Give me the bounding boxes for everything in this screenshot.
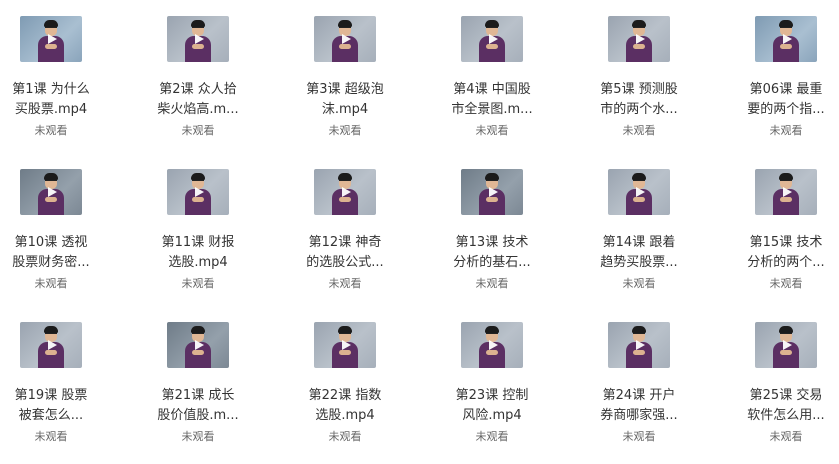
video-title[interactable]: 第19课 股票 被套怎么...	[5, 386, 97, 426]
video-thumbnail[interactable]	[167, 322, 229, 368]
play-icon[interactable]	[636, 340, 645, 350]
play-icon[interactable]	[48, 187, 57, 197]
play-icon[interactable]	[195, 340, 204, 350]
video-title[interactable]: 第5课 预测股 市的两个水...	[593, 80, 685, 120]
video-tile[interactable]: 第22课 指数 选股.mp4 未观看	[285, 322, 405, 444]
video-grid: 第1课 为什么 买股票.mp4 未观看 第2课 众人拾 柴火焰高.m... 未观看 …	[0, 0, 839, 464]
watch-status: 未观看	[769, 277, 803, 290]
video-title[interactable]: 第14课 跟着 趋势买股票...	[593, 233, 685, 273]
video-thumbnail[interactable]	[608, 169, 670, 215]
video-title[interactable]: 第11课 财报 选股.mp4	[152, 233, 244, 273]
video-tile[interactable]: 第3课 超级泡 沫.mp4 未观看	[285, 16, 405, 138]
play-icon[interactable]	[48, 34, 57, 44]
video-title[interactable]: 第23课 控制 风险.mp4	[446, 386, 538, 426]
video-thumbnail[interactable]	[314, 322, 376, 368]
watch-status: 未观看	[475, 430, 509, 443]
watch-status: 未观看	[328, 277, 362, 290]
watch-status: 未观看	[181, 430, 215, 443]
watch-status: 未观看	[181, 124, 215, 137]
video-thumbnail[interactable]	[314, 16, 376, 62]
video-tile[interactable]: 第12课 神奇 的选股公式... 未观看	[285, 169, 405, 291]
video-title[interactable]: 第1课 为什么 买股票.mp4	[5, 80, 97, 120]
watch-status: 未观看	[769, 430, 803, 443]
video-thumbnail[interactable]	[167, 169, 229, 215]
watch-status: 未观看	[475, 277, 509, 290]
video-thumbnail[interactable]	[20, 322, 82, 368]
video-tile[interactable]: 第11课 财报 选股.mp4 未观看	[138, 169, 258, 291]
video-tile[interactable]: 第06课 最重 要的两个指... 未观看	[726, 16, 839, 138]
play-icon[interactable]	[195, 34, 204, 44]
video-title[interactable]: 第12课 神奇 的选股公式...	[299, 233, 391, 273]
watch-status: 未观看	[328, 430, 362, 443]
play-icon[interactable]	[783, 340, 792, 350]
video-thumbnail[interactable]	[461, 16, 523, 62]
video-title[interactable]: 第3课 超级泡 沫.mp4	[299, 80, 391, 120]
video-thumbnail[interactable]	[461, 322, 523, 368]
video-thumbnail[interactable]	[314, 169, 376, 215]
video-title[interactable]: 第15课 技术 分析的两个...	[740, 233, 832, 273]
video-tile[interactable]: 第23课 控制 风险.mp4 未观看	[432, 322, 552, 444]
video-title[interactable]: 第22课 指数 选股.mp4	[299, 386, 391, 426]
video-thumbnail[interactable]	[20, 169, 82, 215]
video-thumbnail[interactable]	[755, 16, 817, 62]
video-title[interactable]: 第21课 成长 股价值股.m...	[152, 386, 244, 426]
video-thumbnail[interactable]	[461, 169, 523, 215]
video-tile[interactable]: 第14课 跟着 趋势买股票... 未观看	[579, 169, 699, 291]
play-icon[interactable]	[636, 187, 645, 197]
video-thumbnail[interactable]	[755, 169, 817, 215]
video-title[interactable]: 第2课 众人拾 柴火焰高.m...	[152, 80, 244, 120]
watch-status: 未观看	[34, 430, 68, 443]
play-icon[interactable]	[48, 340, 57, 350]
watch-status: 未观看	[34, 124, 68, 137]
video-thumbnail[interactable]	[608, 16, 670, 62]
video-title[interactable]: 第06课 最重 要的两个指...	[740, 80, 832, 120]
video-tile[interactable]: 第13课 技术 分析的基石... 未观看	[432, 169, 552, 291]
watch-status: 未观看	[622, 124, 656, 137]
play-icon[interactable]	[783, 34, 792, 44]
play-icon[interactable]	[342, 34, 351, 44]
watch-status: 未观看	[622, 277, 656, 290]
video-tile[interactable]: 第21课 成长 股价值股.m... 未观看	[138, 322, 258, 444]
video-tile[interactable]: 第15课 技术 分析的两个... 未观看	[726, 169, 839, 291]
video-tile[interactable]: 第4课 中国股 市全景图.m... 未观看	[432, 16, 552, 138]
watch-status: 未观看	[34, 277, 68, 290]
video-tile[interactable]: 第1课 为什么 买股票.mp4 未观看	[0, 16, 111, 138]
video-tile[interactable]: 第19课 股票 被套怎么... 未观看	[0, 322, 111, 444]
video-thumbnail[interactable]	[20, 16, 82, 62]
video-tile[interactable]: 第10课 透视 股票财务密... 未观看	[0, 169, 111, 291]
watch-status: 未观看	[622, 430, 656, 443]
play-icon[interactable]	[195, 187, 204, 197]
video-thumbnail[interactable]	[167, 16, 229, 62]
video-title[interactable]: 第13课 技术 分析的基石...	[446, 233, 538, 273]
video-thumbnail[interactable]	[608, 322, 670, 368]
play-icon[interactable]	[783, 187, 792, 197]
video-tile[interactable]: 第5课 预测股 市的两个水... 未观看	[579, 16, 699, 138]
video-tile[interactable]: 第24课 开户 券商哪家强... 未观看	[579, 322, 699, 444]
play-icon[interactable]	[489, 187, 498, 197]
video-tile[interactable]: 第2课 众人拾 柴火焰高.m... 未观看	[138, 16, 258, 138]
watch-status: 未观看	[181, 277, 215, 290]
watch-status: 未观看	[769, 124, 803, 137]
video-title[interactable]: 第25课 交易 软件怎么用...	[740, 386, 832, 426]
video-thumbnail[interactable]	[755, 322, 817, 368]
play-icon[interactable]	[636, 34, 645, 44]
video-title[interactable]: 第10课 透视 股票财务密...	[5, 233, 97, 273]
play-icon[interactable]	[342, 187, 351, 197]
play-icon[interactable]	[342, 340, 351, 350]
watch-status: 未观看	[475, 124, 509, 137]
video-title[interactable]: 第24课 开户 券商哪家强...	[593, 386, 685, 426]
video-tile[interactable]: 第25课 交易 软件怎么用... 未观看	[726, 322, 839, 444]
play-icon[interactable]	[489, 34, 498, 44]
video-title[interactable]: 第4课 中国股 市全景图.m...	[446, 80, 538, 120]
watch-status: 未观看	[328, 124, 362, 137]
play-icon[interactable]	[489, 340, 498, 350]
